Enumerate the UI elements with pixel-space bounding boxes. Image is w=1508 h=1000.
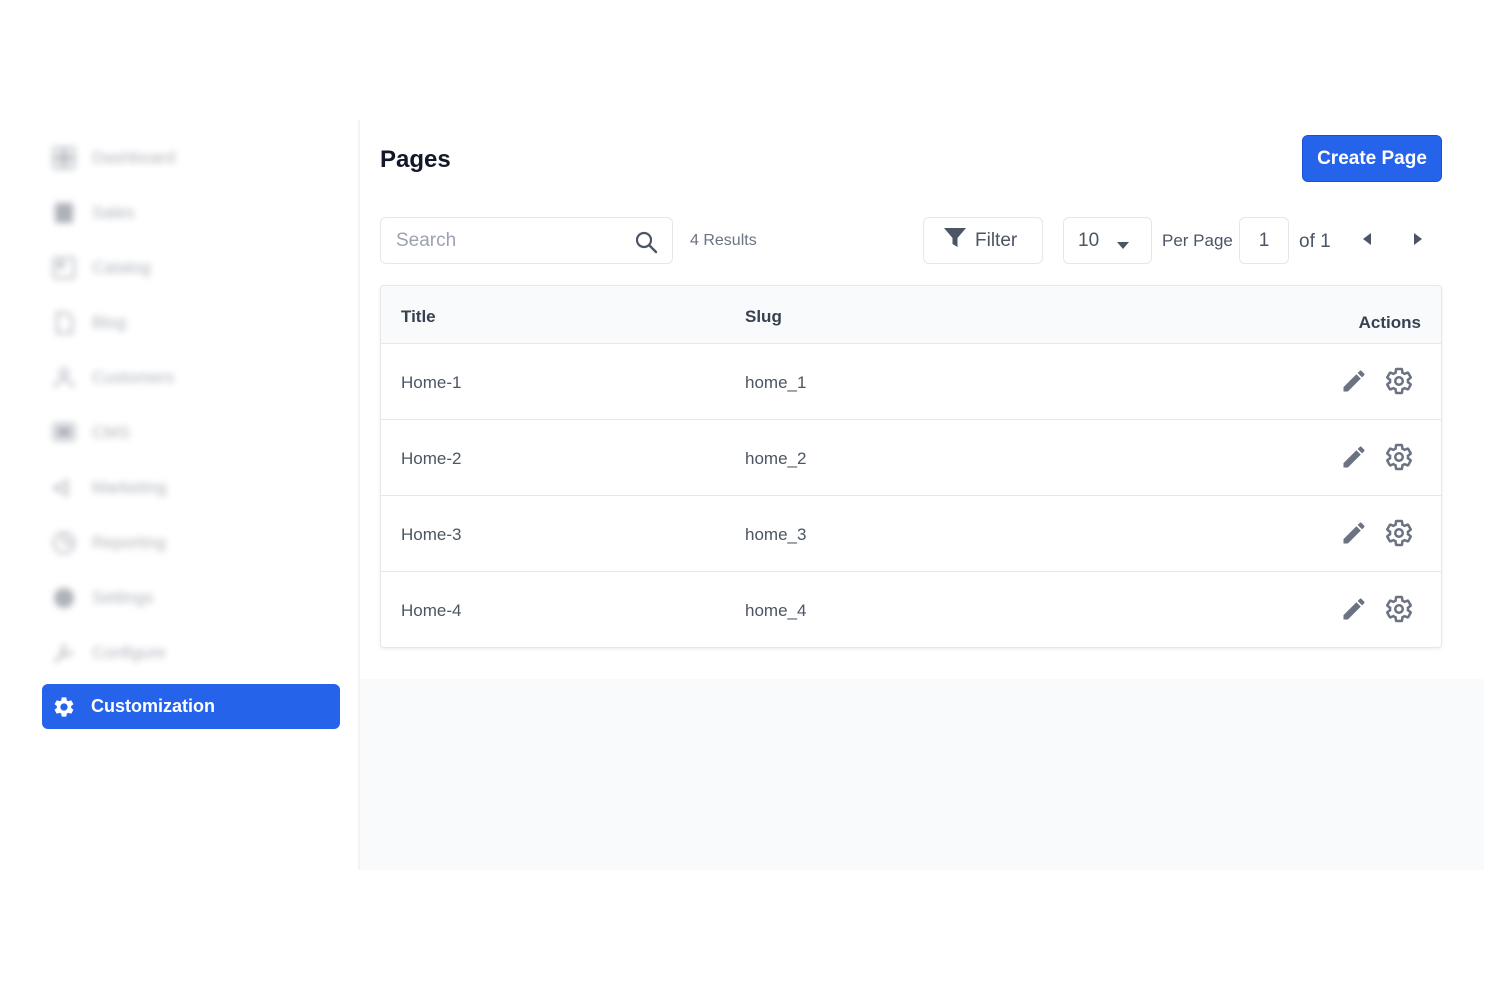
dashboard-icon [52, 146, 76, 170]
pencil-icon[interactable] [1340, 367, 1368, 395]
configure-icon [52, 641, 76, 665]
pages-table: Title Slug Actions Home-1 home_1 Home-2 … [380, 285, 1442, 648]
page-number-input[interactable] [1239, 217, 1289, 264]
sidebar-item-settings[interactable]: Settings [42, 575, 340, 620]
sidebar-item-dashboard[interactable]: Dashboard [42, 135, 340, 180]
sidebar-item-reporting[interactable]: Reporting [42, 520, 340, 565]
sales-icon [52, 201, 76, 225]
gear-icon[interactable] [1384, 366, 1414, 396]
sidebar-item-label: Reporting [92, 532, 166, 552]
sidebar-item-label: Configure [92, 642, 166, 662]
sidebar-item-marketing[interactable]: Marketing [42, 465, 340, 510]
sidebar-item-label: Catalog [92, 257, 151, 277]
sidebar-item-label: Settings [92, 587, 154, 607]
results-count: 4 Results [690, 232, 757, 249]
filter-icon [943, 226, 967, 255]
row-title: Home-3 [401, 525, 462, 544]
next-page-button[interactable] [1407, 230, 1429, 252]
blog-icon [52, 311, 76, 335]
column-header-slug[interactable]: Slug [745, 307, 782, 327]
row-title: Home-1 [401, 373, 462, 392]
sidebar-item-label: Customers [92, 367, 175, 387]
marketing-icon [52, 476, 76, 500]
sidebar-item-configure[interactable]: Configure [42, 630, 340, 675]
per-page-select[interactable]: 10 [1063, 217, 1152, 264]
row-slug: home_2 [745, 449, 807, 468]
row-slug: home_4 [745, 601, 807, 620]
sidebar-item-label: Blog [92, 312, 127, 332]
row-title: Home-2 [401, 449, 462, 468]
sidebar-item-label: Customization [91, 696, 215, 716]
chevron-down-icon [1117, 237, 1129, 255]
search-icon[interactable] [634, 230, 658, 254]
main-footer-area [360, 679, 1484, 870]
catalog-icon [52, 256, 76, 280]
pencil-icon[interactable] [1340, 595, 1368, 623]
sidebar-item-label: Marketing [92, 477, 167, 497]
sidebar-item-customization[interactable]: Customization [42, 684, 340, 729]
table-header: Title Slug Actions [381, 286, 1441, 344]
sidebar-item-catalog[interactable]: Catalog [42, 245, 340, 290]
search-input[interactable] [396, 229, 626, 252]
cms-icon [52, 421, 76, 445]
row-title: Home-4 [401, 601, 462, 620]
per-page-value: 10 [1078, 229, 1100, 251]
customers-icon [52, 366, 76, 390]
create-page-button[interactable]: Create Page [1302, 135, 1442, 182]
settings-icon [52, 586, 76, 610]
column-header-title[interactable]: Title [401, 307, 436, 327]
filter-label: Filter [975, 229, 1018, 251]
sidebar-item-label: Dashboard [92, 147, 176, 167]
page-total-label: of 1 [1299, 231, 1331, 252]
caret-left-icon [1363, 232, 1371, 250]
sidebar-item-sales[interactable]: Sales [42, 190, 340, 235]
prev-page-button[interactable] [1356, 230, 1378, 252]
filter-button[interactable]: Filter [923, 217, 1043, 264]
sidebar-item-blog[interactable]: Blog [42, 300, 340, 345]
gear-icon[interactable] [1384, 594, 1414, 624]
pencil-icon[interactable] [1340, 443, 1368, 471]
gear-icon [52, 695, 76, 719]
page-title: Pages [380, 146, 451, 173]
sidebar-item-customers[interactable]: Customers [42, 355, 340, 400]
caret-right-icon [1414, 232, 1422, 250]
sidebar-item-label: CMS [92, 422, 130, 442]
sidebar-item-cms[interactable]: CMS [42, 410, 340, 455]
per-page-label: Per Page [1162, 231, 1233, 250]
search-box [380, 217, 673, 264]
row-slug: home_3 [745, 525, 807, 544]
reporting-icon [52, 531, 76, 555]
table-row: Home-3 home_3 [381, 496, 1441, 572]
sidebar-item-label: Sales [92, 202, 135, 222]
table-row: Home-1 home_1 [381, 344, 1441, 420]
table-row: Home-2 home_2 [381, 420, 1441, 496]
row-slug: home_1 [745, 373, 807, 392]
pencil-icon[interactable] [1340, 519, 1368, 547]
column-header-actions: Actions [1358, 313, 1421, 332]
table-row: Home-4 home_4 [381, 572, 1441, 647]
gear-icon[interactable] [1384, 442, 1414, 472]
gear-icon[interactable] [1384, 518, 1414, 548]
